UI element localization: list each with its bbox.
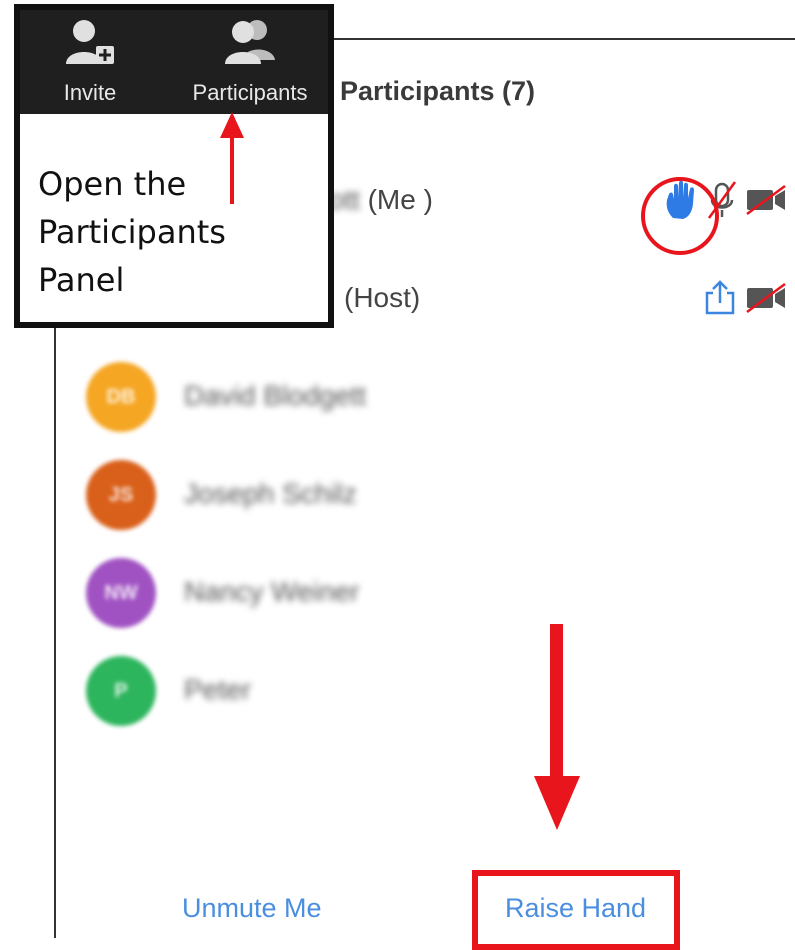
- participant-row[interactable]: NW Nancy Weiner: [56, 548, 795, 640]
- participant-row[interactable]: JS Joseph Schilz: [56, 450, 795, 542]
- down-arrow-icon: [532, 624, 582, 835]
- share-screen-icon[interactable]: [703, 279, 737, 322]
- participant-status-icons: [703, 254, 787, 346]
- invite-label: Invite: [63, 80, 117, 105]
- avatar: DB: [86, 362, 156, 432]
- callout-text: Open the Participants Panel: [38, 165, 226, 299]
- raised-hand-highlight-circle: [641, 177, 719, 255]
- avatar: P: [86, 656, 156, 726]
- participant-tag-host: (Host): [344, 282, 421, 313]
- meeting-toolbar: Invite Participants: [20, 10, 328, 114]
- callout-arrow-icon: [210, 108, 254, 213]
- participants-label: Participants: [192, 80, 308, 105]
- participant-name: Peter: [184, 674, 251, 705]
- avatar: JS: [86, 460, 156, 530]
- participants-icon: [221, 20, 279, 71]
- avatar: NW: [86, 558, 156, 628]
- participant-name: Joseph Schilz: [184, 478, 357, 509]
- participant-name: Nancy Weiner: [184, 576, 360, 607]
- participant-tag-me: (Me ): [367, 184, 433, 215]
- participants-button[interactable]: Participants: [180, 18, 320, 105]
- invite-button[interactable]: Invite: [40, 18, 140, 105]
- video-off-icon[interactable]: [745, 282, 787, 319]
- unmute-me-button[interactable]: Unmute Me: [182, 893, 322, 924]
- participant-row[interactable]: DB David Blodgett: [56, 352, 795, 444]
- panel-title: Participants (7): [340, 76, 536, 106]
- participant-row[interactable]: P Peter: [56, 646, 795, 738]
- video-off-icon[interactable]: [745, 184, 787, 221]
- raise-hand-highlight-box: [472, 870, 680, 950]
- participant-name: David Blodgett: [184, 380, 367, 411]
- add-user-icon: [64, 20, 116, 71]
- instruction-callout: Invite Participants Open the Participant…: [14, 4, 334, 328]
